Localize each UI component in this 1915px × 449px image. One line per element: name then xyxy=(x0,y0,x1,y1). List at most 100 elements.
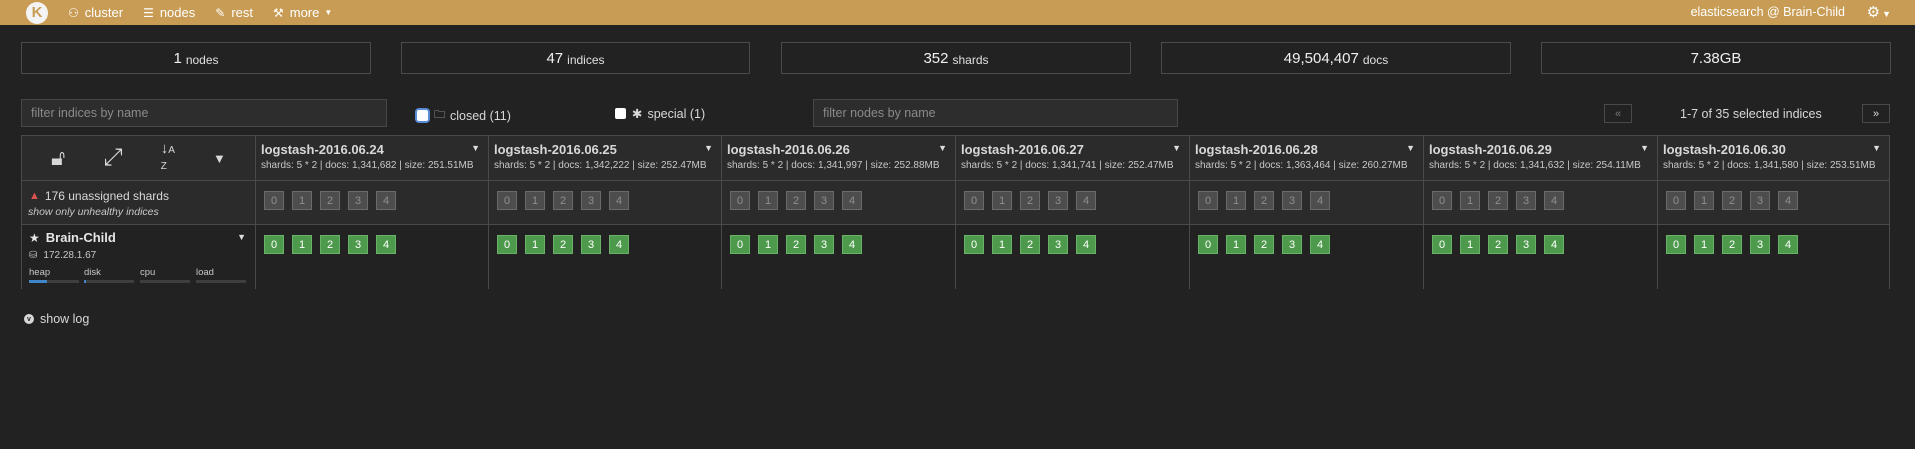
shard-unassigned[interactable]: 1 xyxy=(525,191,545,210)
shard-assigned[interactable]: 4 xyxy=(376,235,396,254)
shard-assigned[interactable]: 4 xyxy=(609,235,629,254)
shard-assigned[interactable]: 3 xyxy=(1750,235,1770,254)
shard-assigned[interactable]: 3 xyxy=(1282,235,1302,254)
shard-assigned[interactable]: 4 xyxy=(1310,235,1330,254)
shard-unassigned[interactable]: 1 xyxy=(1226,191,1246,210)
nav-rest[interactable]: ✎ rest xyxy=(215,5,253,20)
shard-unassigned[interactable]: 0 xyxy=(1198,191,1218,210)
index-name[interactable]: logstash-2016.06.29 xyxy=(1429,142,1552,157)
shard-assigned[interactable]: 3 xyxy=(581,235,601,254)
index-name[interactable]: logstash-2016.06.30 xyxy=(1663,142,1786,157)
shard-assigned[interactable]: 2 xyxy=(786,235,806,254)
caret-down-icon[interactable]: ▼ xyxy=(1406,143,1415,153)
shard-unassigned[interactable]: 3 xyxy=(1048,191,1068,210)
caret-down-icon[interactable]: ▼ xyxy=(1872,143,1881,153)
shard-unassigned[interactable]: 1 xyxy=(758,191,778,210)
shard-assigned[interactable]: 0 xyxy=(264,235,284,254)
shard-unassigned[interactable]: 0 xyxy=(1666,191,1686,210)
expand-icon[interactable]: ⤢ xyxy=(103,144,122,172)
shard-unassigned[interactable]: 1 xyxy=(992,191,1012,210)
index-name[interactable]: logstash-2016.06.28 xyxy=(1195,142,1318,157)
shard-unassigned[interactable]: 1 xyxy=(292,191,312,210)
gear-icon[interactable]: ⚙ ▼ xyxy=(1867,3,1891,21)
shard-assigned[interactable]: 1 xyxy=(525,235,545,254)
shard-assigned[interactable]: 2 xyxy=(1488,235,1508,254)
caret-down-icon[interactable]: ▼ xyxy=(1172,143,1181,153)
shard-unassigned[interactable]: 4 xyxy=(1544,191,1564,210)
sort-alpha-icon[interactable]: ↓A Z xyxy=(161,141,175,174)
shard-assigned[interactable]: 4 xyxy=(842,235,862,254)
shard-assigned[interactable]: 0 xyxy=(1666,235,1686,254)
shard-unassigned[interactable]: 2 xyxy=(1722,191,1742,210)
shard-assigned[interactable]: 1 xyxy=(758,235,778,254)
nav-nodes[interactable]: ☰ nodes xyxy=(143,5,195,20)
next-page-button[interactable]: » xyxy=(1862,104,1890,123)
index-name[interactable]: logstash-2016.06.27 xyxy=(961,142,1084,157)
shard-unassigned[interactable]: 4 xyxy=(376,191,396,210)
shard-unassigned[interactable]: 2 xyxy=(1020,191,1040,210)
shard-unassigned[interactable]: 4 xyxy=(842,191,862,210)
show-log-toggle[interactable]: v show log xyxy=(24,312,89,326)
shard-assigned[interactable]: 2 xyxy=(1722,235,1742,254)
shard-assigned[interactable]: 2 xyxy=(553,235,573,254)
shard-assigned[interactable]: 3 xyxy=(1516,235,1536,254)
shard-assigned[interactable]: 0 xyxy=(1432,235,1452,254)
shard-assigned[interactable]: 2 xyxy=(1254,235,1274,254)
filter-nodes-input[interactable]: filter nodes by name xyxy=(813,99,1178,127)
shard-unassigned[interactable]: 3 xyxy=(1516,191,1536,210)
shard-unassigned[interactable]: 0 xyxy=(264,191,284,210)
shard-assigned[interactable]: 0 xyxy=(964,235,984,254)
node-name[interactable]: ★ Brain-Child xyxy=(29,230,116,245)
shard-unassigned[interactable]: 3 xyxy=(814,191,834,210)
shard-unassigned[interactable]: 4 xyxy=(1310,191,1330,210)
special-checkbox[interactable] xyxy=(615,108,626,119)
caret-down-icon[interactable]: ▼ xyxy=(1640,143,1649,153)
shard-unassigned[interactable]: 3 xyxy=(1750,191,1770,210)
show-unhealthy-link[interactable]: show only unhealthy indices xyxy=(28,206,159,218)
shard-assigned[interactable]: 4 xyxy=(1544,235,1564,254)
caret-down-icon[interactable]: ▼ xyxy=(213,151,226,166)
shard-unassigned[interactable]: 3 xyxy=(348,191,368,210)
shard-assigned[interactable]: 3 xyxy=(348,235,368,254)
shard-unassigned[interactable]: 3 xyxy=(581,191,601,210)
shard-unassigned[interactable]: 4 xyxy=(1076,191,1096,210)
caret-down-icon[interactable]: ▼ xyxy=(237,232,246,242)
special-toggle[interactable]: ✱ special (1) xyxy=(615,106,705,121)
shard-assigned[interactable]: 2 xyxy=(320,235,340,254)
shard-assigned[interactable]: 0 xyxy=(497,235,517,254)
shard-unassigned[interactable]: 1 xyxy=(1460,191,1480,210)
shard-unassigned[interactable]: 0 xyxy=(964,191,984,210)
shard-unassigned[interactable]: 2 xyxy=(1488,191,1508,210)
shard-assigned[interactable]: 1 xyxy=(1460,235,1480,254)
nav-more[interactable]: ⚒ more ▼ xyxy=(273,5,332,20)
shard-unassigned[interactable]: 0 xyxy=(497,191,517,210)
shard-unassigned[interactable]: 0 xyxy=(1432,191,1452,210)
shard-unassigned[interactable]: 0 xyxy=(730,191,750,210)
unlock-icon[interactable]: 🔓︎ xyxy=(51,145,65,171)
caret-down-icon[interactable]: ▼ xyxy=(938,143,947,153)
shard-assigned[interactable]: 1 xyxy=(292,235,312,254)
shard-assigned[interactable]: 3 xyxy=(814,235,834,254)
closed-toggle[interactable]: 🗀 closed (11) xyxy=(417,106,511,125)
shard-assigned[interactable]: 1 xyxy=(1226,235,1246,254)
shard-assigned[interactable]: 0 xyxy=(1198,235,1218,254)
shard-unassigned[interactable]: 4 xyxy=(1778,191,1798,210)
index-name[interactable]: logstash-2016.06.24 xyxy=(261,142,384,157)
index-name[interactable]: logstash-2016.06.25 xyxy=(494,142,617,157)
shard-assigned[interactable]: 2 xyxy=(1020,235,1040,254)
shard-assigned[interactable]: 0 xyxy=(730,235,750,254)
shard-unassigned[interactable]: 2 xyxy=(320,191,340,210)
shard-unassigned[interactable]: 3 xyxy=(1282,191,1302,210)
logo-icon[interactable]: K xyxy=(26,1,48,24)
caret-down-icon[interactable]: ▼ xyxy=(704,143,713,153)
shard-assigned[interactable]: 1 xyxy=(1694,235,1714,254)
shard-assigned[interactable]: 4 xyxy=(1778,235,1798,254)
prev-page-button[interactable]: « xyxy=(1604,104,1632,123)
shard-unassigned[interactable]: 4 xyxy=(609,191,629,210)
nav-cluster[interactable]: ⚇ cluster xyxy=(68,5,123,20)
shard-assigned[interactable]: 1 xyxy=(992,235,1012,254)
shard-assigned[interactable]: 3 xyxy=(1048,235,1068,254)
caret-down-icon[interactable]: ▼ xyxy=(471,143,480,153)
shard-unassigned[interactable]: 2 xyxy=(786,191,806,210)
shard-unassigned[interactable]: 2 xyxy=(1254,191,1274,210)
